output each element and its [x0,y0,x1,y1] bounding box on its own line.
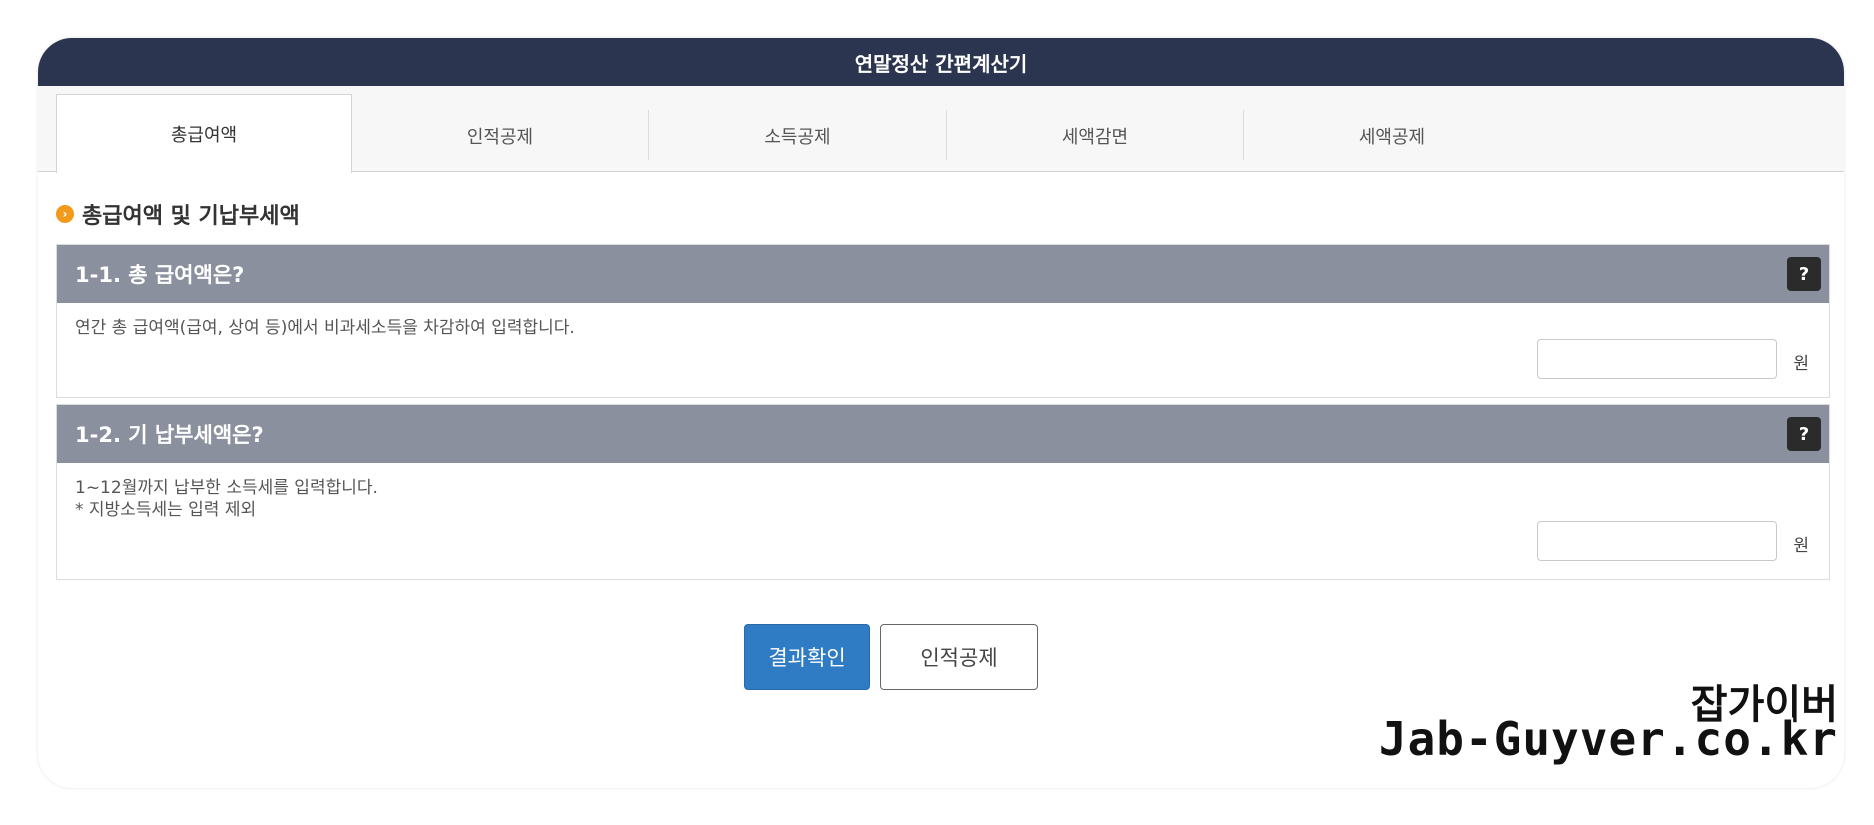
chevron-right-icon: › [56,205,74,223]
description-line: * 지방소득세는 입력 제외 [75,500,257,520]
help-icon[interactable]: ? [1787,417,1821,451]
tab-bar: 총급여액 인적공제 소득공제 세액감면 세액공제 [38,86,1844,173]
question-description: 연간 총 급여액(급여, 상여 등)에서 비과세소득을 차감하여 입력합니다. [75,318,575,338]
description-line: 1~12월까지 납부한 소득세를 입력합니다. [75,478,378,498]
question-header: 1-2. 기 납부세액은? ? [57,405,1829,463]
section-heading: › 총급여액 및 기납부세액 [56,199,300,229]
prepaid-tax-input[interactable] [1537,521,1777,561]
question-description: 1~12월까지 납부한 소득세를 입력합니다. * 지방소득세는 입력 제외 [75,477,378,521]
next-tab-button[interactable]: 인적공제 [880,624,1038,690]
help-icon[interactable]: ? [1787,257,1821,291]
tab-total-salary[interactable]: 총급여액 [56,94,352,173]
tab-income-deduction[interactable]: 소득공제 [649,100,946,172]
total-salary-input[interactable] [1537,339,1777,379]
section-heading-text: 총급여액 및 기납부세액 [82,204,300,229]
watermark-english: Jab-Guyver.co.kr [1378,712,1838,766]
question-title: 1-2. 기 납부세액은? [75,423,264,447]
calculator-title: 연말정산 간편계산기 [38,38,1844,86]
tab-personal-deduction[interactable]: 인적공제 [352,100,648,172]
question-total-salary: 1-1. 총 급여액은? ? 연간 총 급여액(급여, 상여 등)에서 비과세소… [56,244,1830,398]
question-title: 1-1. 총 급여액은? [75,263,245,287]
question-prepaid-tax: 1-2. 기 납부세액은? ? 1~12월까지 납부한 소득세를 입력합니다. … [56,404,1830,580]
result-button[interactable]: 결과확인 [744,624,870,690]
unit-label: 원 [1793,354,1809,374]
tab-tax-credit[interactable]: 세액공제 [1244,100,1540,172]
unit-label: 원 [1793,536,1809,556]
question-header: 1-1. 총 급여액은? ? [57,245,1829,303]
tab-tax-reduction[interactable]: 세액감면 [947,100,1243,172]
